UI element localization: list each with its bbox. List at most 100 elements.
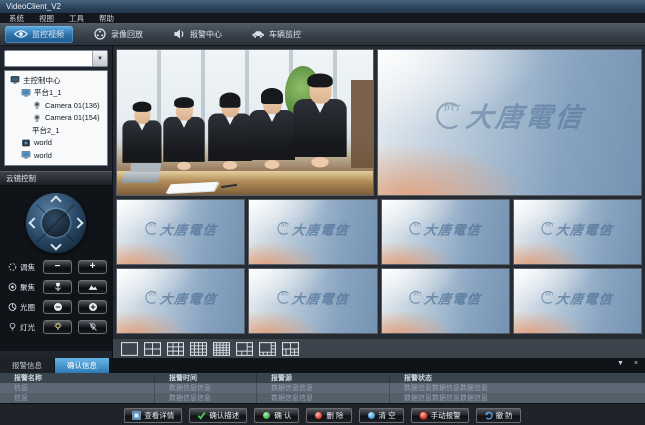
ptz-row-label: 聚焦 (8, 282, 37, 293)
alarm-action-button[interactable]: 清 空 (359, 408, 404, 423)
video-grid: DTT大唐電信 DTT大唐電信DTT大唐電信DTT大唐電信DTT大唐電信 DTT… (113, 46, 645, 338)
ptz-control-row: 光圈 (0, 300, 112, 314)
tree-item[interactable]: world (5, 137, 107, 150)
tree-item-label: world (34, 151, 52, 160)
layout-1-button[interactable] (121, 342, 138, 356)
alarm-cell: 数据信息信息 (257, 393, 390, 403)
video-tile-logo-large[interactable]: DTT大唐電信 (377, 49, 642, 196)
ptz-row-label-text: 光圈 (20, 302, 35, 313)
menu-item[interactable]: 工具 (69, 13, 84, 24)
tree-item[interactable]: 平台1_1 (5, 87, 107, 100)
table-row[interactable]: 信息数据信息信息数据信息信息数据信息数据信息数据信息 (0, 393, 645, 403)
ptz-left-button[interactable] (28, 217, 39, 228)
device-combo[interactable]: ▼ (4, 50, 108, 67)
alarm-action-button[interactable]: 查看详情 (124, 408, 182, 423)
ptz-control-row: 调焦−+ (0, 260, 112, 274)
datang-name-label: 大唐電信 (555, 288, 614, 307)
reel-icon (93, 28, 107, 40)
ptz-iris-minus-button[interactable] (43, 300, 72, 314)
title-bar[interactable]: VideoClient_V2 (0, 0, 645, 13)
tree-item[interactable]: 平台2_1 (5, 124, 107, 137)
layout-25-button[interactable] (213, 342, 230, 356)
alarm-tab[interactable]: 确认信息 (55, 358, 109, 373)
alarm-cell: 数据信息数据信息数据信息 (390, 383, 645, 393)
datang-logo-watermark: DTT大唐電信 (277, 219, 349, 238)
focus-ring-icon (8, 262, 17, 272)
collapse-panel-button[interactable]: ▼ (617, 360, 624, 367)
alarm-tab-strip: 报警信息确认信息 ▼ × (0, 358, 645, 373)
ptz-up-button[interactable] (50, 195, 61, 206)
video-tile[interactable]: DTT大唐電信 (513, 199, 642, 265)
tree-item[interactable]: Camera 01(154) (5, 112, 107, 125)
toolbar-tab[interactable]: 报警中心 (163, 26, 231, 43)
alarm-column-header: 报警源 (257, 373, 390, 383)
video-tile[interactable]: DTT大唐電信 (381, 268, 510, 334)
ptz-panel-header[interactable]: 云镜控制 (0, 171, 112, 186)
tree-item[interactable]: Camera 01(136) (5, 99, 107, 112)
menu-item[interactable]: 系统 (9, 13, 24, 24)
alarm-action-button[interactable]: 删 除 (306, 408, 351, 423)
alarm-column-header: 报警状态 (390, 373, 645, 383)
dtt-crescent-icon: DTT (541, 222, 555, 236)
video-tile[interactable]: DTT大唐電信 (513, 268, 642, 334)
close-panel-button[interactable]: × (634, 360, 638, 367)
device-combo-value (5, 51, 92, 66)
datang-name-label: 大唐電信 (158, 219, 217, 238)
ptz-row-label-text: 灯光 (20, 322, 35, 333)
dtt-crescent-icon: DTT (435, 101, 463, 129)
alarm-action-label: 手动报警 (431, 410, 461, 421)
alarm-tab[interactable]: 报警信息 (0, 358, 54, 373)
device-dark-icon (21, 138, 31, 148)
alarm-action-button[interactable]: 撤 防 (476, 408, 521, 423)
tree-item-label: 主控制中心 (23, 75, 61, 86)
tree-item[interactable]: world (5, 149, 107, 162)
combo-dropdown-button[interactable]: ▼ (92, 51, 107, 66)
ptz-plus-button[interactable]: + (78, 260, 107, 274)
ptz-macro-button[interactable] (43, 280, 72, 294)
layout-10-button[interactable] (282, 342, 299, 356)
menu-item[interactable]: 帮助 (99, 13, 114, 24)
dtt-crescent-icon: DTT (541, 291, 555, 305)
toolbar-tab[interactable]: 录像回放 (84, 26, 152, 43)
ptz-bulb-on-button[interactable] (43, 320, 72, 334)
alarm-column-header: 报警时间 (155, 373, 257, 383)
alarm-panel: 报警信息确认信息 ▼ × 报警名称报警时间报警源报警状态 信息数据信息信息数据信… (0, 358, 645, 425)
tree-item[interactable]: 主控制中心 (5, 74, 107, 87)
ptz-center-knob[interactable] (42, 209, 70, 237)
ptz-iris-plus-button[interactable] (78, 300, 107, 314)
alarm-action-button[interactable]: 确 认 (254, 408, 299, 423)
layout-8-button[interactable] (259, 342, 276, 356)
ptz-panel: 调焦−+ 聚焦光圈灯光 (0, 186, 112, 351)
monitor-dark-icon (10, 75, 20, 85)
layout-6-button[interactable] (236, 342, 253, 356)
video-tile[interactable]: DTT大唐電信 (116, 268, 245, 334)
alarm-action-button[interactable]: 手动报警 (411, 408, 469, 423)
ptz-down-button[interactable] (50, 239, 61, 250)
dtt-crescent-icon: DTT (277, 222, 291, 236)
layout-4-button[interactable] (144, 342, 161, 356)
layout-16-button[interactable] (190, 342, 207, 356)
ptz-controls: 调焦−+ 聚焦光圈灯光 (0, 260, 112, 334)
datang-name-label: 大唐電信 (423, 288, 482, 307)
video-client-window: VideoClient_V2 系统 视图 工具 帮助 监控视频录像回放 报警中心 车辆监控… (0, 0, 645, 425)
table-row[interactable]: 信息数据信息信息数据信息信息数据信息数据信息数据信息 (0, 383, 645, 393)
layout-9-button[interactable] (167, 342, 184, 356)
toolbar-tab[interactable]: 车辆监控 (242, 26, 310, 43)
ptz-right-button[interactable] (72, 217, 83, 228)
video-tile[interactable]: DTT大唐電信 (248, 199, 377, 265)
video-tile-people[interactable] (116, 49, 374, 196)
ptz-bulb-off-button[interactable] (78, 320, 107, 334)
details-icon (132, 411, 141, 420)
alarm-action-button[interactable]: 确认描述 (189, 408, 247, 423)
toolbar-tab-label: 报警中心 (190, 29, 222, 40)
toolbar-tab[interactable]: 监控视频 (5, 26, 73, 43)
dtt-abbr-label: DTT (444, 104, 461, 113)
video-tile[interactable]: DTT大唐電信 (116, 199, 245, 265)
video-tile[interactable]: DTT大唐電信 (248, 268, 377, 334)
person-figure (163, 100, 204, 179)
ptz-mountain-button[interactable] (78, 280, 107, 294)
menu-item[interactable]: 视图 (39, 13, 54, 24)
ptz-row-label-text: 调焦 (20, 262, 35, 273)
video-tile[interactable]: DTT大唐電信 (381, 199, 510, 265)
ptz-minus-button[interactable]: − (43, 260, 72, 274)
